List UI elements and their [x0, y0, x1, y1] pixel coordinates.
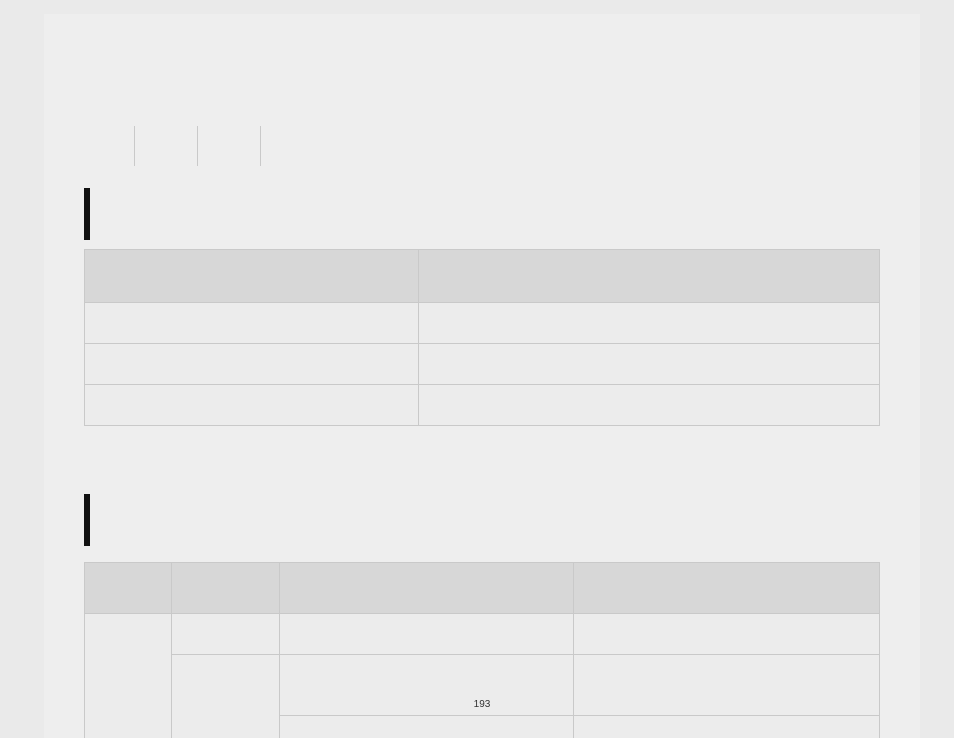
section-marker [84, 494, 90, 546]
page-content: 193 [44, 14, 920, 738]
table-cell [573, 614, 879, 655]
table-row [85, 344, 880, 385]
table-cell [85, 344, 419, 385]
table-cell [172, 614, 279, 655]
table-2 [84, 562, 880, 738]
table-cell [279, 716, 573, 738]
table-row [85, 614, 880, 655]
table-header-row [85, 250, 880, 303]
table-cell [85, 303, 419, 344]
table-header-cell [573, 563, 879, 614]
table-row [85, 303, 880, 344]
table-1 [84, 249, 880, 426]
table-cell [172, 655, 279, 738]
separator [260, 126, 261, 166]
document-page: 193 [44, 14, 920, 738]
section-marker [84, 188, 90, 240]
table-header-row [85, 563, 880, 614]
table-2-container [84, 562, 880, 738]
table-row [85, 385, 880, 426]
table-header-cell [279, 563, 573, 614]
table-cell [418, 344, 879, 385]
table-cell [418, 303, 879, 344]
table-1-container [84, 249, 880, 426]
table-cell [573, 716, 879, 738]
table-header-cell [85, 563, 172, 614]
document-viewport: 193 [0, 0, 954, 738]
table-cell [279, 614, 573, 655]
table-header-cell [418, 250, 879, 303]
table-cell [85, 385, 419, 426]
table-cell [85, 614, 172, 738]
separator [134, 126, 135, 166]
table-cell [418, 385, 879, 426]
breadcrumb-separators [134, 126, 261, 166]
table-header-cell [85, 250, 419, 303]
separator [197, 126, 198, 166]
table-header-cell [172, 563, 279, 614]
page-number: 193 [44, 699, 920, 710]
